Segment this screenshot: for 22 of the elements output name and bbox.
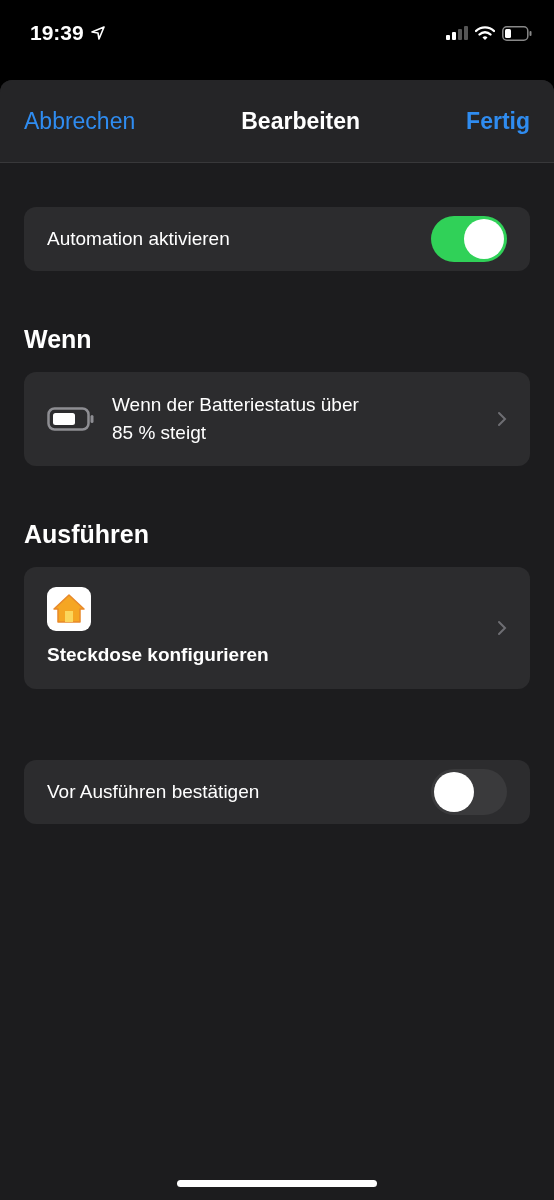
- section-heading: Ausführen: [24, 520, 150, 549]
- home-icon: [47, 587, 91, 631]
- location-arrow-icon: [90, 26, 105, 40]
- battery-icon: [47, 407, 95, 431]
- cancel-button[interactable]: Abbrechen: [24, 107, 136, 135]
- sheet-title: Bearbeiten: [241, 107, 361, 135]
- chevron-icon: [497, 411, 507, 427]
- signal-icon: [446, 26, 468, 40]
- trigger-text: Wenn der Batteriestatus über 85 % steigt: [112, 393, 360, 445]
- trigger-card[interactable]: Wenn der Batteriestatus über 85 % steigt: [24, 372, 530, 466]
- wifi-icon: [475, 25, 495, 41]
- battery-icon: [502, 25, 532, 41]
- done-button[interactable]: Fertig: [466, 107, 530, 135]
- chevron-icon: [497, 620, 507, 636]
- toggle-switch[interactable]: [431, 769, 507, 815]
- section-heading: Wenn: [24, 325, 93, 354]
- action-card[interactable]: Steckdose konfigurieren: [24, 567, 530, 689]
- toggle-switch[interactable]: [431, 216, 507, 262]
- toggle-label: Vor Ausführen bestätigen: [47, 780, 261, 804]
- action-text: Steckdose konfigurieren: [47, 643, 269, 667]
- clock-time: 19:39: [30, 21, 84, 45]
- toggle-label: Automation aktivieren: [47, 227, 231, 251]
